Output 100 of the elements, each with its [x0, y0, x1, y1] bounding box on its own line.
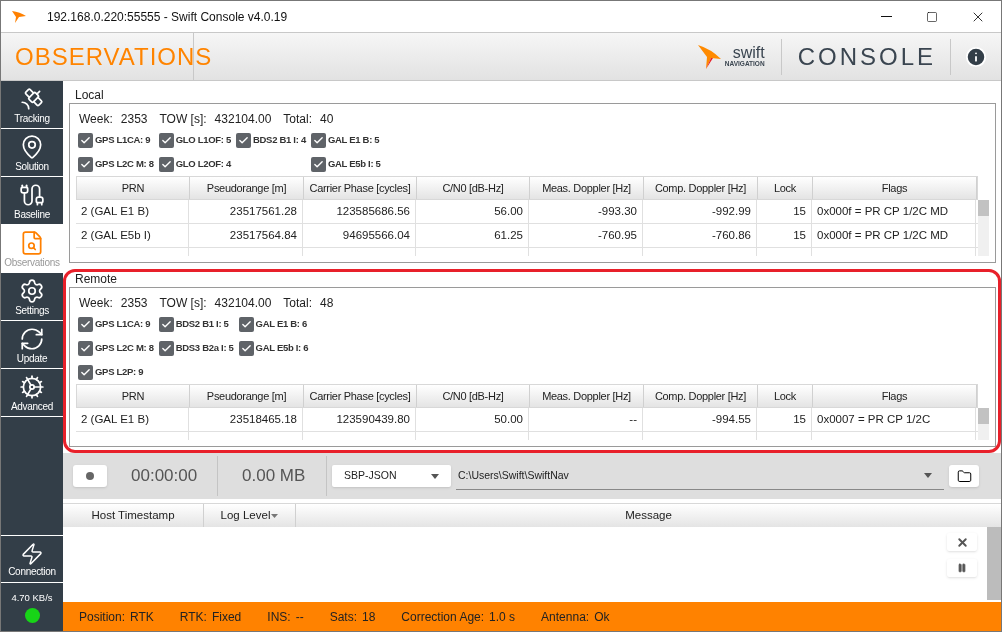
sidebar-item[interactable]: Update: [1, 321, 63, 369]
checkbox[interactable]: [310, 156, 326, 172]
column-header[interactable]: Message: [296, 504, 1001, 527]
table-cell: -760.95: [529, 224, 643, 247]
table-cell: 15: [757, 200, 812, 223]
lightning-icon: [20, 541, 44, 566]
checkbox[interactable]: [78, 340, 93, 356]
sidebar-item[interactable]: Settings: [1, 273, 63, 321]
scrollbar[interactable]: [987, 527, 1001, 600]
window-title: 192.168.0.220:55555 - Swift Console v4.0.19: [47, 8, 288, 26]
status-value: 1.0 s: [489, 608, 516, 626]
filter-checkbox[interactable]: BDS2 B1 I: 5: [158, 312, 236, 336]
path-field[interactable]: C:\Users\Swift\SwiftNav: [456, 462, 944, 490]
column-header[interactable]: Comp. Doppler [Hz]: [644, 177, 758, 199]
stat-label: Total:: [283, 111, 313, 128]
stat-label: Total:: [283, 295, 313, 312]
filter-checkbox[interactable]: GPS L2C M: 8: [78, 336, 156, 360]
pause-button[interactable]: [947, 559, 977, 577]
filter-checkbox[interactable]: GPS L1CA: 9: [78, 312, 156, 336]
filter-checkbox[interactable]: GPS L1CA: 9: [78, 128, 156, 152]
clear-button[interactable]: [947, 533, 977, 551]
check-icon: [312, 158, 324, 170]
filter-checkbox[interactable]: GLO L1OF: 5: [158, 128, 233, 152]
status-value: 18: [362, 608, 376, 626]
checkbox[interactable]: [238, 340, 254, 356]
stat-value: 40: [320, 111, 334, 128]
check-icon: [80, 318, 91, 330]
column-header[interactable]: Comp. Doppler [Hz]: [644, 385, 758, 407]
stat-value: 2353: [120, 295, 148, 312]
product-title: CONSOLE: [797, 41, 936, 72]
check-icon: [80, 366, 91, 378]
filter-checkbox[interactable]: GPS L2P: 9: [78, 360, 156, 384]
page-title: OBSERVATIONS: [15, 41, 213, 72]
satellite-icon: [19, 85, 45, 112]
column-header[interactable]: Flags: [813, 385, 977, 407]
checkbox[interactable]: [238, 316, 254, 332]
table-cell: 23518465.18: [189, 408, 303, 431]
folder-button[interactable]: [949, 465, 979, 487]
column-header[interactable]: Pseudorange [m]: [190, 385, 304, 407]
checkbox[interactable]: [78, 156, 93, 172]
checkbox[interactable]: [310, 132, 326, 148]
check-icon: [312, 134, 324, 146]
column-header[interactable]: PRN: [77, 385, 190, 407]
column-header[interactable]: Pseudorange [m]: [190, 177, 304, 199]
table-cell: 15: [757, 408, 812, 431]
column-header[interactable]: PRN: [77, 177, 190, 199]
filter-checkbox[interactable]: GAL E5b I: 5: [310, 152, 383, 176]
filter-checkbox[interactable]: GPS L2C M: 8: [78, 152, 156, 176]
column-header[interactable]: C/N0 [dB-Hz]: [417, 177, 530, 199]
checkbox[interactable]: [236, 132, 251, 148]
column-header[interactable]: Carrier Phase [cycles]: [304, 177, 417, 199]
checkbox[interactable]: [78, 364, 93, 380]
app-logo-icon: [11, 9, 27, 24]
column-header[interactable]: Lock: [758, 385, 813, 407]
column-header[interactable]: Flags: [813, 177, 977, 199]
check-icon: [160, 134, 172, 146]
filter-checkbox[interactable]: BDS3 B2a I: 5: [158, 336, 236, 360]
status-label: Sats:: [329, 608, 357, 626]
filter-checkbox[interactable]: BDS2 B1 I: 4: [236, 128, 308, 152]
filter-checkbox[interactable]: GAL E5b I: 6: [238, 336, 311, 360]
info-icon[interactable]: [965, 45, 987, 68]
filter-checkbox[interactable]: GAL E1 B: 5: [310, 128, 383, 152]
checkbox[interactable]: [158, 316, 174, 332]
swift-logo-icon: [696, 42, 723, 71]
column-header[interactable]: Meas. Doppler [Hz]: [530, 177, 644, 199]
check-icon: [238, 134, 249, 146]
column-header[interactable]: Carrier Phase [cycles]: [304, 385, 417, 407]
stat-label: Week:: [79, 295, 113, 312]
table-cell: 23517561.28: [189, 200, 303, 223]
status-value: --: [295, 608, 304, 626]
table-cell: 61.25: [416, 224, 529, 247]
table-cell: 0x000f = PR CP 1/2C MD: [812, 200, 976, 223]
cable-icon: [19, 181, 45, 208]
table-cell: --: [529, 408, 643, 431]
refresh-icon: [19, 325, 45, 352]
sidebar-item[interactable]: Advanced: [1, 369, 63, 417]
table-cell: 23517564.84: [189, 224, 303, 247]
column-header[interactable]: Lock: [758, 177, 813, 199]
table-cell: 15: [757, 224, 812, 247]
filter-checkbox[interactable]: GLO L2OF: 4: [158, 152, 233, 176]
table-cell: 0x000f = PR CP 1/2C MD: [812, 224, 976, 247]
format-dropdown[interactable]: SBP-JSON: [332, 465, 451, 487]
column-header[interactable]: C/N0 [dB-Hz]: [417, 385, 530, 407]
stat-value: 2353: [120, 111, 148, 128]
status-label: RTK:: [179, 608, 207, 626]
column-header[interactable]: Meas. Doppler [Hz]: [530, 385, 644, 407]
check-icon: [160, 158, 172, 170]
record-size: 0.00 MB: [242, 465, 307, 488]
checkbox[interactable]: [158, 156, 174, 172]
filter-checkbox[interactable]: GAL E1 B: 6: [238, 312, 311, 336]
checkbox[interactable]: [158, 132, 174, 148]
minimize-icon: [880, 16, 892, 17]
check-icon: [80, 134, 91, 146]
checkbox[interactable]: [78, 316, 93, 332]
checkbox[interactable]: [78, 132, 93, 148]
scrollbar[interactable]: [978, 408, 989, 440]
scrollbar[interactable]: [978, 200, 989, 256]
record-button[interactable]: [73, 465, 107, 487]
record-time: 00:00:00: [131, 465, 199, 488]
checkbox[interactable]: [158, 340, 174, 356]
